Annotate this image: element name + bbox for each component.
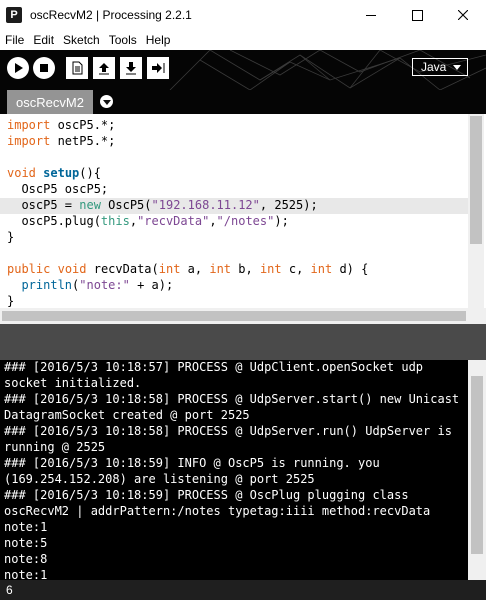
tab-strip: oscRecvM2 bbox=[0, 90, 486, 114]
maximize-icon bbox=[411, 9, 423, 21]
mode-selector[interactable]: Java bbox=[412, 58, 468, 76]
window-title: oscRecvM2 | Processing 2.2.1 bbox=[30, 8, 192, 22]
console-line: running @ 2525 bbox=[4, 440, 106, 454]
code-line[interactable]: import netP5.*; bbox=[0, 134, 468, 150]
minimize-icon bbox=[366, 14, 376, 16]
current-line-number: 6 bbox=[6, 583, 13, 597]
close-button[interactable] bbox=[440, 0, 486, 30]
run-button[interactable] bbox=[7, 57, 29, 79]
code-line[interactable]: oscP5 = new OscP5("192.168.11.12", 2525)… bbox=[0, 198, 468, 214]
tab-menu-button[interactable] bbox=[100, 95, 113, 108]
console-line: socket initialized. bbox=[4, 376, 142, 390]
code-line[interactable]: void setup(){ bbox=[0, 166, 468, 182]
export-button[interactable] bbox=[147, 57, 169, 79]
code-lines: import oscP5.*; import netP5.*; void setu… bbox=[0, 118, 468, 308]
console-line: note:1 bbox=[4, 568, 48, 580]
console-line: ### [2016/5/3 10:18:59] INFO @ OscP5 is … bbox=[4, 456, 380, 470]
play-icon bbox=[15, 63, 23, 73]
tab-oscrecvm2[interactable]: oscRecvM2 bbox=[7, 90, 93, 114]
code-line[interactable]: public void recvData(int a, int b, int c… bbox=[0, 262, 468, 278]
console-output: ### [2016/5/3 10:18:57] PROCESS @ UdpCli… bbox=[0, 360, 486, 580]
console-line: note:5 bbox=[4, 536, 48, 550]
export-arrow-icon bbox=[152, 63, 165, 73]
console-line: note:8 bbox=[4, 552, 48, 566]
code-line[interactable]: println("note:" + a); bbox=[0, 278, 468, 294]
open-button[interactable] bbox=[93, 57, 115, 79]
menu-help[interactable]: Help bbox=[141, 33, 175, 47]
console-line: ### [2016/5/3 10:18:57] PROCESS @ UdpCli… bbox=[4, 360, 424, 374]
editor-horizontal-scrollbar[interactable] bbox=[0, 308, 486, 324]
code-line[interactable] bbox=[0, 246, 468, 262]
code-editor[interactable]: import oscP5.*; import netP5.*; void setu… bbox=[0, 114, 486, 308]
code-line[interactable]: oscP5.plug(this,"recvData","/notes"); bbox=[0, 214, 468, 230]
processing-app-icon: P bbox=[6, 7, 22, 23]
save-button[interactable] bbox=[120, 57, 142, 79]
console-line: ### [2016/5/3 10:18:58] PROCESS @ UdpSer… bbox=[4, 392, 460, 406]
title-bar: P oscRecvM2 | Processing 2.2.1 bbox=[0, 0, 486, 30]
message-area bbox=[0, 324, 486, 360]
console-scroll-thumb[interactable] bbox=[471, 376, 483, 554]
chevron-down-icon bbox=[453, 65, 461, 70]
download-arrow-icon bbox=[126, 62, 136, 75]
stop-button[interactable] bbox=[33, 57, 55, 79]
menu-sketch[interactable]: Sketch bbox=[58, 33, 104, 47]
menu-file[interactable]: File bbox=[0, 33, 28, 47]
menu-tools[interactable]: Tools bbox=[104, 33, 141, 47]
new-file-icon bbox=[72, 61, 83, 75]
menu-bar: File Edit Sketch Tools Help bbox=[0, 30, 486, 50]
line-number-bar: 6 bbox=[0, 580, 486, 600]
new-button[interactable] bbox=[66, 57, 88, 79]
mode-label: Java bbox=[421, 60, 447, 74]
code-line[interactable]: } bbox=[0, 230, 468, 246]
console-line: ### [2016/5/3 10:18:59] PROCESS @ OscPlu… bbox=[4, 488, 409, 502]
console-line: (169.254.152.208) are listening @ port 2… bbox=[4, 472, 315, 486]
horizontal-scroll-thumb[interactable] bbox=[2, 311, 466, 321]
menu-edit[interactable]: Edit bbox=[28, 33, 58, 47]
chevron-down-icon bbox=[102, 100, 111, 105]
code-line[interactable] bbox=[0, 150, 468, 166]
console-lines: ### [2016/5/3 10:18:57] PROCESS @ UdpCli… bbox=[0, 360, 468, 580]
console-line: DatagramSocket created @ port 2525 bbox=[4, 408, 250, 422]
code-line[interactable]: OscP5 oscP5; bbox=[0, 182, 468, 198]
stop-icon bbox=[40, 64, 48, 72]
console-line: oscRecvM2 | addrPattern:/notes typetag:i… bbox=[4, 504, 431, 518]
upload-arrow-icon bbox=[99, 63, 109, 75]
console-line: note:1 bbox=[4, 520, 48, 534]
close-icon bbox=[458, 10, 468, 20]
console-line: ### [2016/5/3 10:18:58] PROCESS @ UdpSer… bbox=[4, 424, 452, 438]
editor-scroll-thumb[interactable] bbox=[470, 116, 482, 244]
maximize-button[interactable] bbox=[394, 0, 440, 30]
minimize-button[interactable] bbox=[348, 0, 394, 30]
toolbar: Java bbox=[0, 50, 486, 90]
code-line[interactable]: import oscP5.*; bbox=[0, 118, 468, 134]
code-line[interactable]: } bbox=[0, 294, 468, 308]
